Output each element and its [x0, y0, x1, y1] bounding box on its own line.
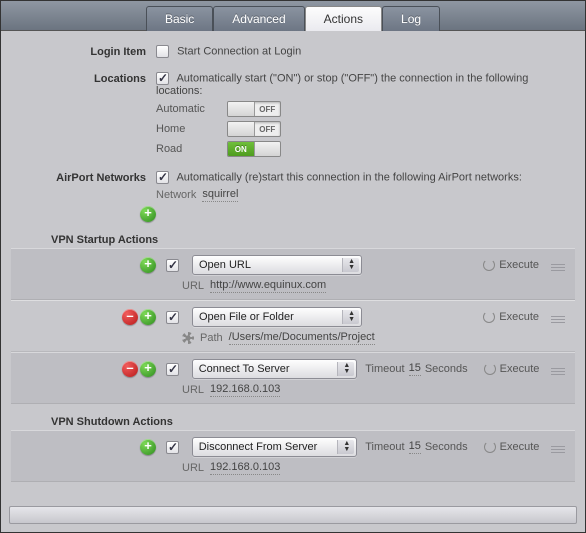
- execute-button[interactable]: Execute: [484, 363, 540, 375]
- footer-bar: [9, 506, 577, 524]
- execute-button[interactable]: Execute: [483, 311, 539, 323]
- action-type-select[interactable]: Connect To Server ▲▼: [192, 359, 358, 379]
- drag-handle-icon[interactable]: [551, 442, 565, 453]
- remove-action-button[interactable]: –: [122, 361, 138, 377]
- action-type-select[interactable]: Open File or Folder ▲▼: [192, 307, 362, 327]
- action-sub-label: Path: [200, 332, 223, 344]
- tab-advanced[interactable]: Advanced: [213, 6, 304, 31]
- login-item-checkbox[interactable]: [156, 45, 169, 58]
- action-sub-label: URL: [182, 462, 204, 474]
- execute-icon: [484, 363, 496, 375]
- locations-text: Automatically start ("ON") or stop ("OFF…: [156, 72, 528, 97]
- execute-button[interactable]: Execute: [484, 441, 540, 453]
- add-airport-network-button[interactable]: +: [140, 206, 156, 222]
- action-type-select[interactable]: Open URL ▲▼: [192, 255, 362, 275]
- airport-network-label: Network: [156, 189, 196, 201]
- execute-icon: [483, 311, 495, 323]
- action-type-select[interactable]: Disconnect From Server ▲▼: [192, 437, 358, 457]
- airport-text: Automatically (re)start this connection …: [176, 171, 521, 183]
- timeout-label: Timeout: [365, 363, 404, 375]
- action-enable-checkbox[interactable]: [166, 441, 179, 454]
- locations-checkbox[interactable]: [156, 72, 169, 85]
- execute-button[interactable]: Execute: [483, 259, 539, 271]
- add-action-button[interactable]: +: [140, 439, 156, 455]
- startup-actions-header: VPN Startup Actions: [11, 222, 575, 248]
- action-sub-label: URL: [182, 280, 204, 292]
- location-toggle-road[interactable]: ON: [227, 141, 281, 157]
- locations-label: Locations: [11, 72, 156, 85]
- action-enable-checkbox[interactable]: [166, 363, 179, 376]
- tab-log[interactable]: Log: [382, 6, 440, 31]
- tab-actions[interactable]: Actions: [305, 6, 382, 31]
- location-name: Automatic: [156, 103, 221, 115]
- airport-label: AirPort Networks: [11, 171, 156, 184]
- action-url-value[interactable]: 192.168.0.103: [210, 383, 280, 397]
- location-toggle-home[interactable]: OFF: [227, 121, 281, 137]
- drag-handle-icon[interactable]: [551, 260, 565, 271]
- execute-icon: [484, 441, 496, 453]
- drag-handle-icon[interactable]: [551, 312, 565, 323]
- airport-network-value[interactable]: squirrel: [202, 188, 238, 202]
- location-toggle-automatic[interactable]: OFF: [227, 101, 281, 117]
- add-action-button[interactable]: +: [140, 361, 156, 377]
- action-path-value[interactable]: /Users/me/Documents/Project: [229, 331, 375, 345]
- seconds-label: Seconds: [425, 363, 468, 375]
- remove-action-button[interactable]: –: [122, 309, 138, 325]
- action-url-value[interactable]: 192.168.0.103: [210, 461, 280, 475]
- action-url-value[interactable]: http://www.equinux.com: [210, 279, 326, 293]
- seconds-label: Seconds: [425, 441, 468, 453]
- action-enable-checkbox[interactable]: [166, 259, 179, 272]
- action-enable-checkbox[interactable]: [166, 311, 179, 324]
- timeout-value[interactable]: 15: [409, 362, 421, 376]
- shutdown-actions-header: VPN Shutdown Actions: [11, 404, 575, 430]
- location-name: Home: [156, 123, 221, 135]
- login-item-text: Start Connection at Login: [177, 45, 301, 57]
- login-item-label: Login Item: [11, 45, 156, 58]
- timeout-value[interactable]: 15: [409, 440, 421, 454]
- path-gear-icon[interactable]: [182, 332, 194, 344]
- add-action-button[interactable]: +: [140, 257, 156, 273]
- add-action-button[interactable]: +: [140, 309, 156, 325]
- timeout-label: Timeout: [365, 441, 404, 453]
- drag-handle-icon[interactable]: [551, 364, 565, 375]
- airport-checkbox[interactable]: [156, 171, 169, 184]
- action-sub-label: URL: [182, 384, 204, 396]
- execute-icon: [483, 259, 495, 271]
- tab-basic[interactable]: Basic: [146, 6, 213, 31]
- location-name: Road: [156, 143, 221, 155]
